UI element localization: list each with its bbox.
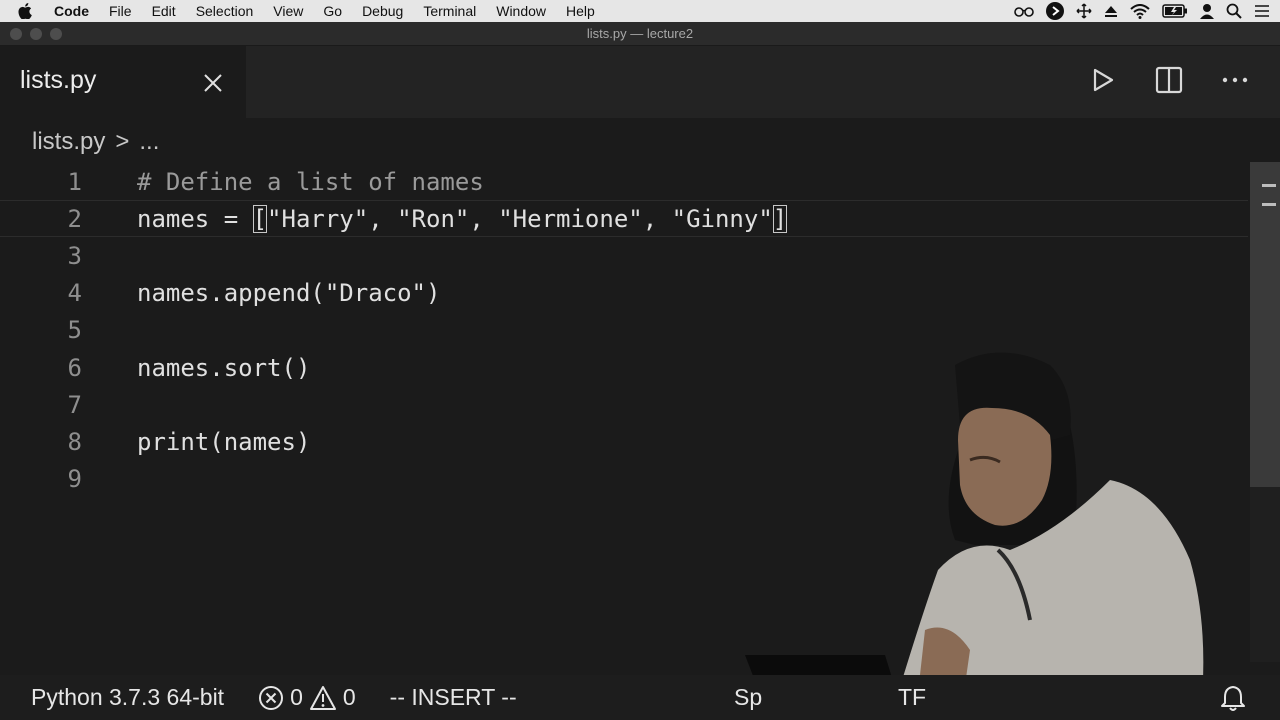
editor-actions (1088, 64, 1250, 96)
line-text: print(names) (137, 427, 311, 456)
menu-file[interactable]: File (99, 0, 142, 22)
presenter-figure (745, 352, 1204, 720)
tab-lists-py[interactable]: lists.py (0, 46, 246, 118)
user-icon[interactable] (1200, 3, 1214, 19)
line-number: 4 (67, 278, 82, 307)
menu-app-code[interactable]: Code (44, 0, 99, 22)
line-number: 8 (67, 427, 82, 456)
chevron-right-icon: > (115, 128, 130, 155)
encoding-status[interactable]: TF (898, 684, 926, 711)
code-line-4: 4 names.append("Draco") (0, 274, 1248, 311)
vim-mode-status: -- INSERT -- (389, 684, 517, 710)
python-interpreter-status[interactable]: Python 3.7.3 64-bit (31, 684, 224, 711)
breadcrumb-more[interactable]: ... (139, 128, 159, 156)
apple-logo-icon[interactable] (18, 3, 44, 19)
line-number: 2 (67, 204, 82, 233)
eject-icon[interactable] (1104, 4, 1118, 18)
line-text: names.append("Draco") (137, 278, 441, 307)
menu-window[interactable]: Window (486, 0, 556, 22)
status-bar: Python 3.7.3 64-bit 0 0 -- INSERT -- Sp … (0, 675, 1280, 720)
forward-circle-icon[interactable] (1046, 2, 1064, 20)
line-number: 3 (67, 241, 82, 270)
glasses-icon[interactable] (1014, 5, 1034, 17)
menu-view[interactable]: View (263, 0, 313, 22)
line-number: 5 (67, 315, 82, 344)
problems-status[interactable]: 0 0 (258, 684, 356, 711)
line-number: 6 (67, 353, 82, 382)
search-icon[interactable] (1226, 3, 1242, 19)
scrollbar-thumb[interactable] (1250, 162, 1280, 487)
warning-count: 0 (342, 684, 356, 710)
menu-debug[interactable]: Debug (352, 0, 413, 22)
line-text: # Define a list of names (137, 167, 484, 196)
window-title: lists.py — lecture2 (586, 26, 694, 41)
cursor-position-marker (1262, 184, 1276, 206)
menu-help[interactable]: Help (556, 0, 605, 22)
list-icon[interactable] (1254, 4, 1270, 18)
split-editor-icon[interactable] (1154, 64, 1184, 96)
code-line-2: 2 names = ["Harry", "Ron", "Hermione", "… (0, 200, 1248, 237)
code-line-3: 3 (0, 237, 1248, 274)
breadcrumb: lists.py > ... (32, 126, 159, 158)
error-count: 0 (290, 684, 303, 710)
wifi-icon[interactable] (1130, 3, 1150, 19)
line-number: 7 (67, 390, 82, 419)
menu-selection[interactable]: Selection (186, 0, 264, 22)
tab-label: lists.py (20, 66, 97, 94)
menu-bar-tray (1014, 0, 1270, 22)
macos-menu-bar: Code File Edit Selection View Go Debug T… (0, 0, 1280, 22)
matched-bracket-open: [ (252, 204, 268, 233)
menu-terminal[interactable]: Terminal (413, 0, 486, 22)
run-icon[interactable] (1088, 64, 1118, 96)
vertical-scrollbar[interactable] (1250, 162, 1280, 662)
indentation-status[interactable]: Sp (734, 684, 762, 711)
window-title-bar: lists.py — lecture2 (0, 22, 1280, 46)
line-number: 9 (67, 464, 82, 493)
line-text-start: names = (137, 204, 253, 233)
battery-icon[interactable] (1162, 4, 1188, 18)
error-icon (258, 685, 284, 711)
menu-edit[interactable]: Edit (142, 0, 186, 22)
bell-icon[interactable] (1218, 683, 1248, 713)
editor-tab-bar: lists.py (0, 46, 1280, 118)
more-actions-icon[interactable] (1220, 64, 1250, 96)
matched-bracket-close: ] (772, 204, 788, 233)
warning-icon (309, 685, 337, 711)
breadcrumb-file[interactable]: lists.py (32, 128, 105, 156)
line-text: names = ["Harry", "Ron", "Hermione", "Gi… (137, 204, 788, 233)
line-number: 1 (67, 167, 82, 196)
code-line-1: 1 # Define a list of names (0, 163, 1248, 200)
move-icon[interactable] (1076, 3, 1092, 19)
line-text: names.sort() (137, 353, 311, 382)
menu-go[interactable]: Go (313, 0, 352, 22)
close-icon[interactable] (200, 70, 226, 96)
list-literal: "Harry", "Ron", "Hermione", "Ginny" (267, 204, 773, 233)
